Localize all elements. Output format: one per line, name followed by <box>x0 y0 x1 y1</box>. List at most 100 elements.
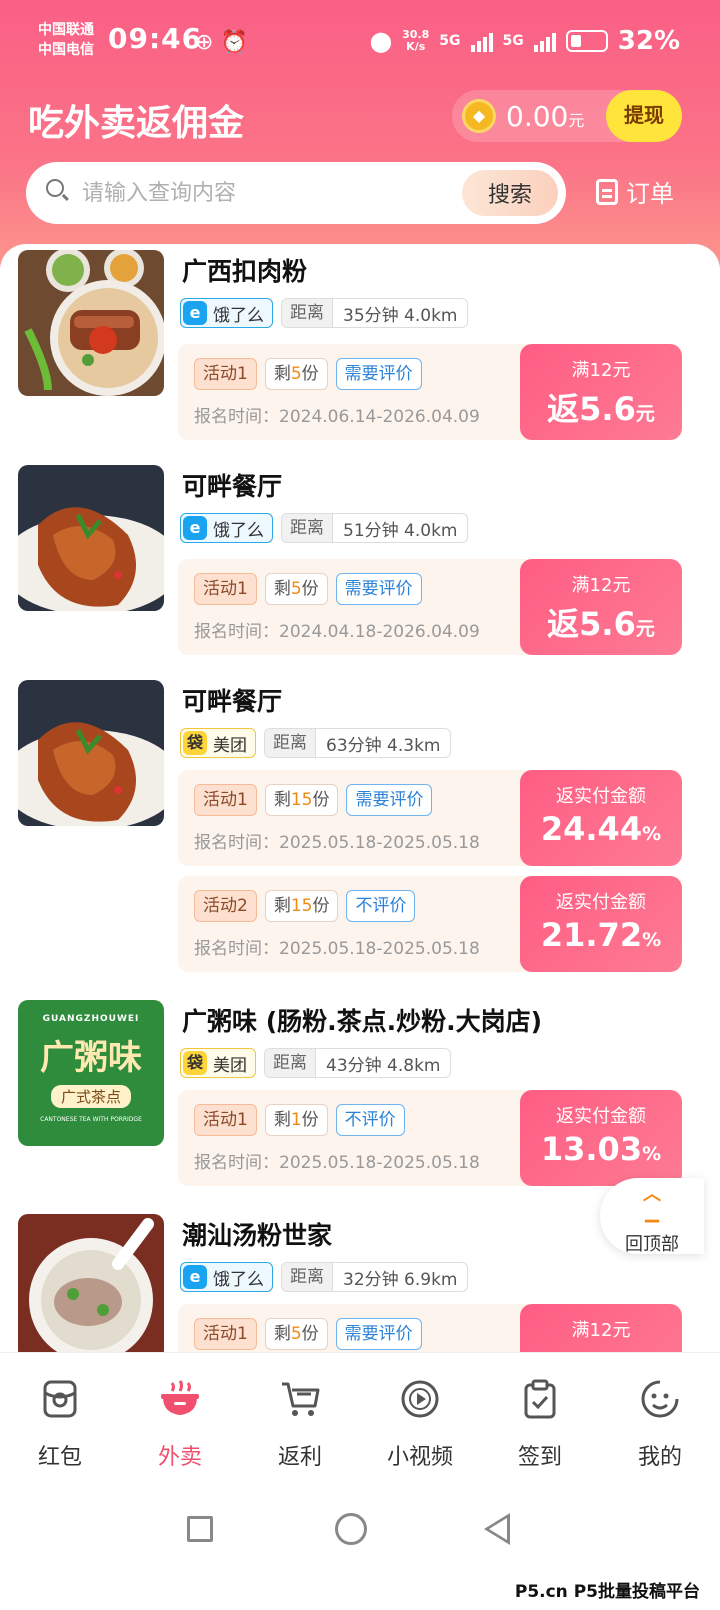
signup-date: 报名时间：2024.04.18-2026.04.09 <box>194 622 480 642</box>
search-input[interactable] <box>82 162 452 224</box>
activity-panel[interactable]: 活动1 剩5份 需要评价 满12元 <box>178 1304 682 1352</box>
withdraw-button[interactable]: 提现 <box>606 90 682 142</box>
rebate-button[interactable]: 满12元 <box>520 1304 682 1352</box>
restaurant-name: 可畔餐厅 <box>182 472 283 501</box>
remaining-badge: 剩1份 <box>264 1104 328 1136</box>
signal-2-icon <box>533 30 556 52</box>
search-bar: 搜索 <box>26 162 566 224</box>
food-image <box>18 1214 164 1352</box>
wallet-balance[interactable]: ◆ 0.00元 提现 <box>452 90 682 142</box>
status-icons: ⊕ ⏰ <box>195 30 248 55</box>
activity-label: 活动1 <box>194 358 257 390</box>
restaurant-tags: e 饿了么 距离 35分钟 4.0km <box>180 298 469 328</box>
restaurant-tags: 袋 美团 距离 43分钟 4.8km <box>180 1048 452 1078</box>
home-icon[interactable] <box>335 1513 367 1545</box>
tab-fanli[interactable]: 返利 <box>240 1353 360 1482</box>
activity-label: 活动1 <box>194 784 257 816</box>
location-icon: ⬤ <box>369 29 393 53</box>
review-requirement-badge: 需要评价 <box>346 784 433 816</box>
status-bar: 中国联通 中国电信 09:46 ⊕ ⏰ ⬤ 30.8 K/s 5G 5G 32% <box>38 18 680 68</box>
coin-icon: ◆ <box>462 99 496 133</box>
platform-badge: 袋 美团 <box>180 1048 256 1078</box>
rebate-button[interactable]: 返实付金额 24.44% <box>520 770 682 866</box>
review-requirement-badge: 不评价 <box>346 890 416 922</box>
eleme-logo-icon: e <box>183 1265 207 1289</box>
restaurant-name: 广西扣肉粉 <box>182 257 308 286</box>
activity-panel[interactable]: 活动1 剩5份 需要评价 报名时间：2024.04.18-2026.04.09 … <box>178 559 682 655</box>
signup-date: 报名时间：2025.05.18-2025.05.18 <box>194 939 480 959</box>
orders-label: 订单 <box>626 180 674 208</box>
distance-badge: 距离 63分钟 4.3km <box>264 728 452 758</box>
orders-link[interactable]: 订单 <box>596 174 674 209</box>
alarm-icon: ⏰ <box>220 30 248 55</box>
rebate-button[interactable]: 满12元 返5.6元 <box>520 559 682 655</box>
tab-video[interactable]: 小视频 <box>360 1353 480 1482</box>
activity-panel[interactable]: 活动1 剩1份 不评价 报名时间：2025.05.18-2025.05.18 返… <box>178 1090 682 1186</box>
tab-checkin[interactable]: 签到 <box>480 1353 600 1482</box>
distance-badge: 距离 51分钟 4.0km <box>281 513 469 543</box>
food-bowl-icon <box>160 1379 200 1419</box>
shield-status-icon: ⊕ <box>195 30 214 55</box>
back-to-top-button[interactable]: ︿ ▁ 回顶部 <box>600 1178 704 1255</box>
remaining-badge: 剩5份 <box>264 573 328 605</box>
platform-badge: 袋 美团 <box>180 728 256 758</box>
restaurant-name: 潮汕汤粉世家 <box>182 1221 333 1250</box>
review-requirement-badge: 需要评价 <box>335 358 422 390</box>
profile-face-icon <box>640 1379 680 1419</box>
eleme-logo-icon: e <box>183 301 207 325</box>
order-list-icon <box>596 178 618 205</box>
remaining-badge: 剩5份 <box>264 1318 328 1350</box>
review-requirement-badge: 需要评价 <box>335 573 422 605</box>
carriers: 中国联通 中国电信 <box>38 20 94 60</box>
remaining-badge: 剩5份 <box>264 358 328 390</box>
clock: 09:46 <box>108 22 203 55</box>
restaurant-name: 可畔餐厅 <box>182 687 283 716</box>
net-speed: 30.8 K/s <box>402 28 430 53</box>
page-title: 吃外卖返佣金 <box>28 103 245 144</box>
meituan-logo-icon: 袋 <box>183 1051 207 1075</box>
activity-label: 活动1 <box>194 1318 257 1350</box>
sim2-label: 5G <box>502 33 524 49</box>
remaining-badge: 剩15份 <box>264 890 339 922</box>
tab-waimai[interactable]: 外卖 <box>120 1353 240 1482</box>
food-image <box>18 680 164 826</box>
platform-badge: e 饿了么 <box>180 1262 273 1292</box>
distance-badge: 距离 43分钟 4.8km <box>264 1048 452 1078</box>
activity-panel[interactable]: 活动2 剩15份 不评价 报名时间：2025.05.18-2025.05.18 … <box>178 876 682 972</box>
rebate-button[interactable]: 满12元 返5.6元 <box>520 344 682 440</box>
sim1-label: 5G <box>439 33 461 49</box>
carrier-2: 中国电信 <box>38 42 94 58</box>
distance-badge: 距离 35分钟 4.0km <box>281 298 469 328</box>
signup-date: 报名时间：2025.05.18-2025.05.18 <box>194 833 480 853</box>
activity-label: 活动2 <box>194 890 257 922</box>
checkin-icon <box>520 1379 560 1419</box>
rebate-button[interactable]: 返实付金额 21.72% <box>520 876 682 972</box>
battery-icon <box>565 30 608 52</box>
battery-percent: 32% <box>617 26 680 56</box>
remaining-badge: 剩15份 <box>264 784 339 816</box>
back-icon[interactable] <box>484 1513 510 1545</box>
recent-apps-icon[interactable] <box>187 1516 213 1542</box>
activity-label: 活动1 <box>194 1104 257 1136</box>
platform-badge: e 饿了么 <box>180 298 273 328</box>
activity-panel[interactable]: 活动1 剩5份 需要评价 报名时间：2024.06.14-2026.04.09 … <box>178 344 682 440</box>
search-icon <box>46 179 64 197</box>
signal-1-icon <box>470 30 493 52</box>
tab-mine[interactable]: 我的 <box>600 1353 720 1482</box>
rebate-button[interactable]: 返实付金额 13.03% <box>520 1090 682 1186</box>
food-image <box>18 465 164 611</box>
signup-date: 报名时间：2024.06.14-2026.04.09 <box>194 407 480 427</box>
search-button[interactable]: 搜索 <box>462 170 558 216</box>
restaurant-tags: e 饿了么 距离 51分钟 4.0km <box>180 513 469 543</box>
eleme-logo-icon: e <box>183 516 207 540</box>
bottom-tab-bar: 红包 外卖 返利 小视频 签到 我的 <box>0 1352 720 1482</box>
review-requirement-badge: 不评价 <box>335 1104 405 1136</box>
tab-hongbao[interactable]: 红包 <box>0 1353 120 1482</box>
distance-badge: 距离 32分钟 6.9km <box>281 1262 469 1292</box>
status-right: ⬤ 30.8 K/s 5G 5G 32% <box>370 26 680 56</box>
signup-date: 报名时间：2025.05.18-2025.05.18 <box>194 1153 480 1173</box>
cart-icon <box>280 1379 320 1419</box>
activity-panel[interactable]: 活动1 剩15份 需要评价 报名时间：2025.05.18-2025.05.18… <box>178 770 682 866</box>
restaurant-logo: GUANGZHOUWEI 广粥味 广式茶点 CANTONESE TEA WITH… <box>18 1000 164 1146</box>
watermark: P5.cn P5批量投稿平台 <box>514 1577 700 1602</box>
